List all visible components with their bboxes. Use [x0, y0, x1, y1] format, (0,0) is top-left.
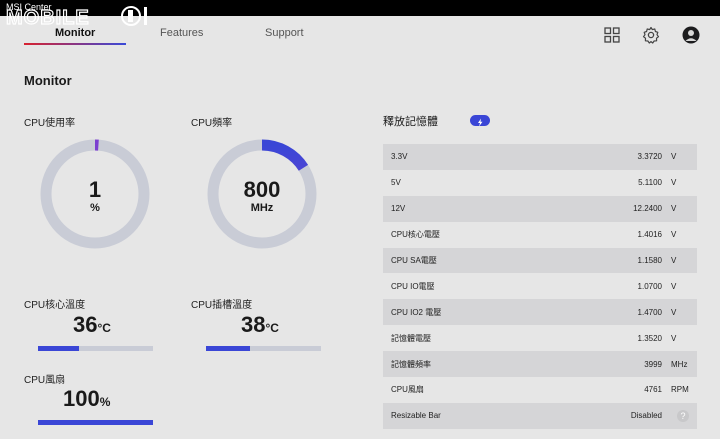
cpu-fan-bar-fill	[38, 420, 153, 425]
cpu-fan-unit: %	[99, 395, 111, 409]
tab-monitor[interactable]: Monitor	[55, 27, 95, 39]
table-row: 3.3V 3.3720 V	[383, 144, 697, 170]
cpu-usage-unit: %	[90, 202, 100, 214]
sensor-name: 3.3V	[391, 152, 408, 162]
sensor-value: 1.4016	[637, 230, 662, 240]
cpu-core-temp-bar	[38, 346, 153, 351]
cpu-freq-unit: MHz	[250, 202, 274, 214]
sensor-unit: V	[671, 230, 677, 240]
sensor-unit: V	[671, 152, 677, 162]
cpu-socket-temp-bar-fill	[206, 346, 250, 351]
sensor-name: 記憶體頻率	[391, 359, 431, 369]
table-row: CPU IO電壓 1.0700 V	[383, 273, 697, 299]
cpu-socket-temp-label: CPU插槽溫度	[191, 300, 253, 311]
table-row: CPU SA電壓 1.1580 V	[383, 247, 697, 274]
sensor-unit: V	[671, 204, 677, 214]
cpu-fan-readout: 100%	[63, 386, 110, 412]
grid-icon[interactable]	[603, 26, 621, 44]
cpu-core-temp-unit: °C	[97, 321, 111, 335]
table-row: CPU核心電壓 1.4016 V	[383, 222, 697, 248]
lightning-icon	[478, 118, 483, 127]
sensor-value: Disabled	[630, 411, 662, 421]
tab-features[interactable]: Features	[160, 27, 203, 39]
table-row: 記憶體頻率 3999 MHz	[383, 351, 697, 378]
active-tab-indicator	[24, 43, 126, 45]
sensor-value: 4761	[644, 385, 662, 395]
avatar-icon[interactable]	[682, 26, 700, 44]
cpu-socket-temp-readout: 38°C	[241, 312, 279, 338]
cpu-usage-label: CPU使用率	[24, 118, 76, 129]
title-bar: MSI Center MOBILE	[0, 0, 720, 28]
sensor-unit: V	[671, 281, 677, 291]
table-row: CPU IO2 電壓 1.4700 V	[383, 299, 697, 326]
sensor-unit: V	[671, 178, 677, 188]
help-icon[interactable]: ?	[677, 409, 689, 422]
sensor-table: 3.3V 3.3720 V 5V 5.1100 V 12V 12.2400 V CPU核心電壓 1.…	[383, 144, 697, 429]
sensor-name: CPU風扇	[391, 385, 424, 395]
cpu-usage-value: 1	[88, 177, 102, 202]
cpu-fan-value: 100	[63, 386, 100, 411]
table-row: CPU風扇 4761 RPM	[383, 377, 697, 403]
cpu-socket-temp-value: 38	[241, 312, 266, 337]
sensor-name: CPU IO2 電壓	[391, 307, 442, 317]
sensor-value: 3.3720	[637, 152, 662, 162]
sensor-unit: V	[671, 256, 677, 265]
cpu-core-temp-bar-fill	[38, 346, 80, 351]
page-title: Monitor	[24, 73, 72, 88]
sensor-name: Resizable Bar	[391, 411, 441, 421]
cpu-socket-temp-bar	[206, 346, 321, 351]
sensor-unit: ?	[662, 409, 697, 422]
memory-release-label: 釋放記憶體	[383, 116, 438, 128]
cpu-socket-temp-unit: °C	[265, 321, 279, 335]
table-row: 5V 5.1100 V	[383, 170, 697, 196]
sensor-value: 5.1100	[638, 178, 662, 188]
tab-support[interactable]: Support	[265, 27, 304, 39]
table-row: 12V 12.2400 V	[383, 195, 697, 222]
sensor-unit: V	[671, 333, 677, 343]
sensor-name: 記憶體電壓	[391, 333, 431, 343]
sensor-unit: RPM	[671, 385, 689, 395]
cpu-fan-label: CPU風扇	[24, 375, 66, 386]
sensor-value: 1.0700	[637, 281, 662, 291]
table-row: 記憶體電壓 1.3520 V	[383, 325, 697, 351]
sensor-value: 12.2400	[633, 204, 662, 214]
cpu-freq-value: 800	[243, 177, 281, 202]
sensor-value: 3999	[644, 359, 662, 369]
gear-icon[interactable]	[642, 26, 660, 44]
sensor-value: 1.3520	[637, 333, 662, 343]
sensor-value: 1.4700	[637, 307, 662, 317]
cpu-core-temp-value: 36	[73, 312, 98, 337]
sensor-name: CPU SA電壓	[391, 256, 437, 265]
memory-release-toggle[interactable]	[470, 115, 490, 127]
sensor-name: 5V	[391, 178, 401, 188]
cpu-fan-bar	[38, 420, 153, 425]
sensor-name: CPU IO電壓	[391, 281, 435, 291]
cpu-core-temp-label: CPU核心溫度	[24, 300, 86, 311]
sensor-unit: V	[671, 307, 677, 317]
sensor-value: 1.1580	[637, 256, 662, 265]
sensor-name: 12V	[391, 204, 406, 214]
sensor-unit: MHz	[671, 359, 688, 369]
cpu-core-temp-readout: 36°C	[73, 312, 111, 338]
cpu-freq-label: CPU頻率	[191, 118, 233, 129]
table-row: Resizable Bar Disabled?	[383, 402, 697, 429]
sensor-name: CPU核心電壓	[391, 230, 440, 240]
